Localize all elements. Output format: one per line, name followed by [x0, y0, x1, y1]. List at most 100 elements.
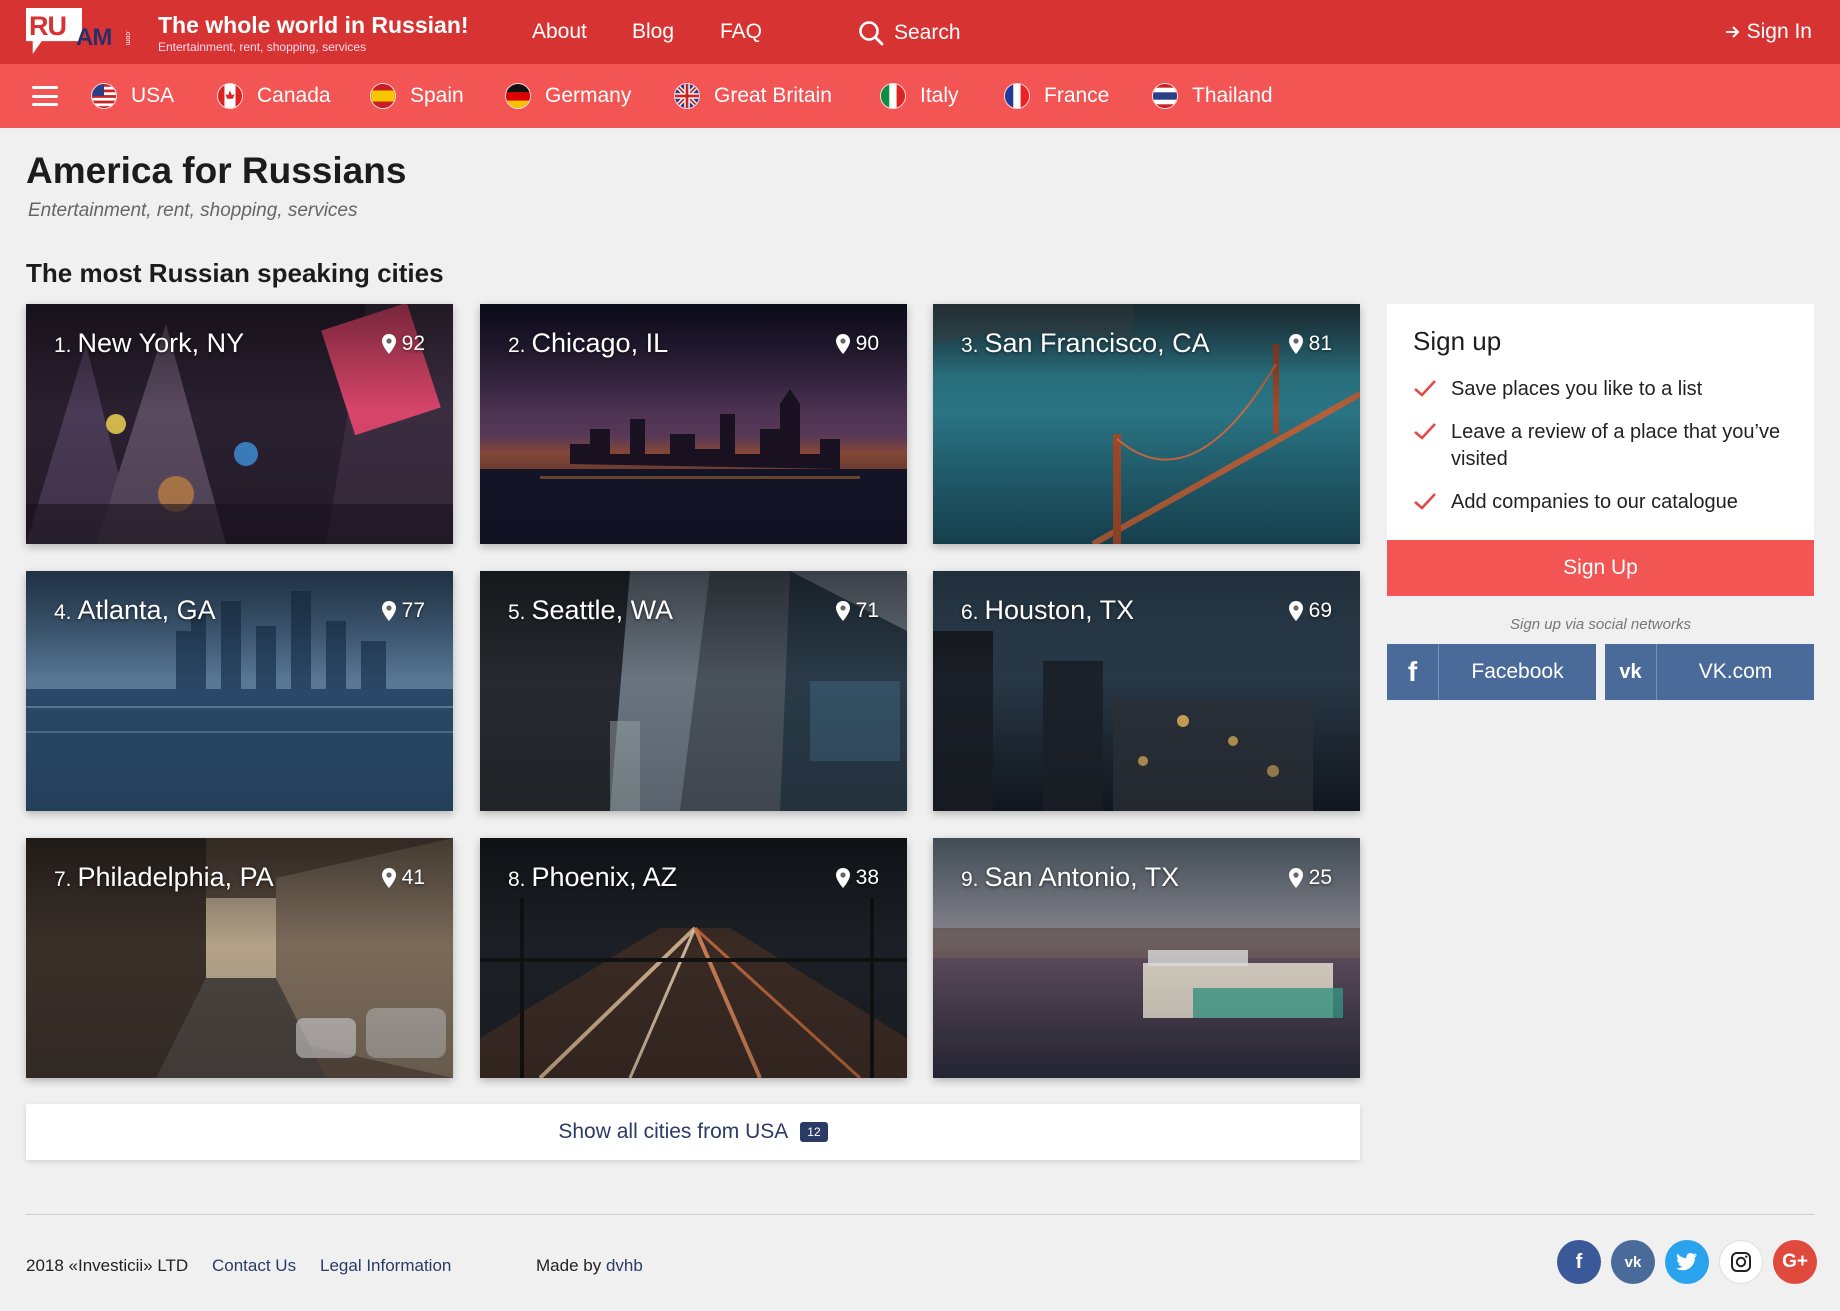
city-rank: 7. [54, 868, 72, 891]
city-title: 8. Phoenix, AZ [508, 862, 677, 893]
instagram-social-icon[interactable] [1719, 1240, 1763, 1284]
nav-blog-link[interactable]: Blog [632, 20, 674, 44]
checkmark-icon [1414, 493, 1436, 510]
country-spain[interactable]: Spain [370, 80, 464, 112]
signup-panel: Sign up Save places you like to a list L… [1387, 304, 1814, 540]
country-label: Great Britain [714, 84, 832, 107]
city-place-count: 92 [381, 332, 425, 356]
google-plus-social-icon[interactable]: G+ [1773, 1240, 1817, 1284]
city-title: 6. Houston, TX [961, 595, 1134, 626]
country-france[interactable]: France [1004, 80, 1109, 112]
country-label: Italy [920, 84, 959, 107]
made-by-link[interactable]: dvhb [606, 1256, 643, 1275]
city-rank: 6. [961, 601, 979, 624]
country-great-britain[interactable]: Great Britain [674, 80, 832, 112]
city-name: San Antonio, TX [984, 862, 1180, 892]
thailand-flag-icon [1152, 83, 1178, 109]
country-label: Spain [410, 84, 464, 107]
checkmark-icon [1414, 423, 1436, 440]
country-thailand[interactable]: Thailand [1152, 80, 1273, 112]
vk-label: VK.com [1698, 660, 1773, 683]
twitter-social-icon[interactable] [1665, 1240, 1709, 1284]
city-place-count: 90 [835, 332, 879, 356]
usa-flag-icon [91, 83, 117, 109]
nav-about-link[interactable]: About [532, 20, 587, 44]
footer-contact-link[interactable]: Contact Us [212, 1256, 296, 1276]
city-card-houston[interactable]: 6. Houston, TX 69 [933, 571, 1360, 811]
city-title: 3. San Francisco, CA [961, 328, 1210, 359]
canada-flag-icon [217, 83, 243, 109]
show-all-cities-button[interactable]: Show all cities from USA 12 [26, 1104, 1360, 1160]
city-place-count: 41 [381, 866, 425, 890]
logo-domain-text: .com [124, 30, 131, 46]
search-icon [859, 21, 884, 46]
city-card-phoenix[interactable]: 8. Phoenix, AZ 38 [480, 838, 907, 1078]
city-name: Atlanta, GA [77, 595, 216, 625]
city-name: San Francisco, CA [984, 328, 1210, 358]
italy-flag-icon [880, 83, 906, 109]
city-name: Phoenix, AZ [531, 862, 678, 892]
cities-count-badge: 12 [800, 1122, 828, 1142]
city-rank: 1. [54, 334, 72, 357]
footer-legal-link[interactable]: Legal Information [320, 1256, 451, 1276]
logo-ru-text: RU [26, 8, 82, 54]
city-name: Houston, TX [984, 595, 1135, 625]
place-count-value: 41 [401, 866, 425, 889]
city-rank: 4. [54, 601, 72, 624]
signup-benefit: Add companies to our catalogue [1413, 489, 1793, 516]
page-title: America for Russians [26, 150, 407, 191]
country-germany[interactable]: Germany [505, 80, 631, 112]
place-count-value: 77 [401, 599, 425, 622]
city-name: Philadelphia, PA [77, 862, 274, 892]
sign-in-link[interactable]: Sign In [1725, 20, 1812, 44]
city-place-count: 25 [1288, 866, 1332, 890]
city-card-san-francisco[interactable]: 3. San Francisco, CA 81 [933, 304, 1360, 544]
city-place-count: 38 [835, 866, 879, 890]
facebook-label: Facebook [1471, 660, 1564, 683]
country-label: USA [131, 84, 175, 107]
country-italy[interactable]: Italy [880, 80, 959, 112]
map-pin-icon [381, 601, 396, 621]
city-title: 7. Philadelphia, PA [54, 862, 274, 893]
top-header: RU AM .com The whole world in Russian! E… [0, 0, 1840, 64]
country-label: Canada [257, 84, 331, 107]
city-card-san-antonio[interactable]: 9. San Antonio, TX 25 [933, 838, 1360, 1078]
spain-flag-icon [370, 83, 396, 109]
city-place-count: 81 [1288, 332, 1332, 356]
country-canada[interactable]: Canada [217, 80, 331, 112]
sign-up-button[interactable]: Sign Up [1387, 540, 1814, 596]
footer-divider [26, 1214, 1814, 1215]
city-card-seattle[interactable]: 5. Seattle, WA 71 [480, 571, 907, 811]
search-button[interactable]: Search [858, 18, 961, 48]
facebook-social-icon[interactable]: f [1557, 1240, 1601, 1284]
city-title: 5. Seattle, WA [508, 595, 673, 626]
city-card-philadelphia[interactable]: 7. Philadelphia, PA 41 [26, 838, 453, 1078]
city-rank: 5. [508, 601, 526, 624]
nav-faq-link[interactable]: FAQ [720, 20, 762, 44]
city-place-count: 71 [835, 599, 879, 623]
city-rank: 2. [508, 334, 526, 357]
site-tagline-subtitle: Entertainment, rent, shopping, services [158, 40, 367, 54]
city-card-chicago[interactable]: 2. Chicago, IL 90 [480, 304, 907, 544]
map-pin-icon [835, 334, 850, 354]
place-count-value: 38 [855, 866, 879, 889]
city-card-atlanta[interactable]: 4. Atlanta, GA 77 [26, 571, 453, 811]
site-tagline-title: The whole world in Russian! [158, 12, 469, 38]
benefit-text: Add companies to our catalogue [1451, 491, 1738, 513]
city-title: 1. New York, NY [54, 328, 244, 359]
social-signup-note: Sign up via social networks [1510, 616, 1691, 633]
benefit-text: Save places you like to a list [1451, 378, 1703, 400]
vk-signup-button[interactable]: vk VK.com [1605, 644, 1814, 700]
site-logo[interactable]: RU AM .com [26, 8, 132, 54]
vk-social-icon[interactable]: vk [1611, 1240, 1655, 1284]
menu-icon[interactable] [32, 86, 58, 106]
country-bar: USA Canada Spain Germany Great Britain I… [0, 64, 1840, 128]
made-by-prefix: Made by [536, 1256, 602, 1275]
signup-title: Sign up [1413, 326, 1502, 356]
city-name: Chicago, IL [531, 328, 669, 358]
country-usa[interactable]: USA [91, 80, 174, 112]
facebook-signup-button[interactable]: f Facebook [1387, 644, 1596, 700]
city-card-new-york[interactable]: 1. New York, NY 92 [26, 304, 453, 544]
map-pin-icon [835, 601, 850, 621]
signup-benefit: Save places you like to a list [1413, 376, 1793, 403]
